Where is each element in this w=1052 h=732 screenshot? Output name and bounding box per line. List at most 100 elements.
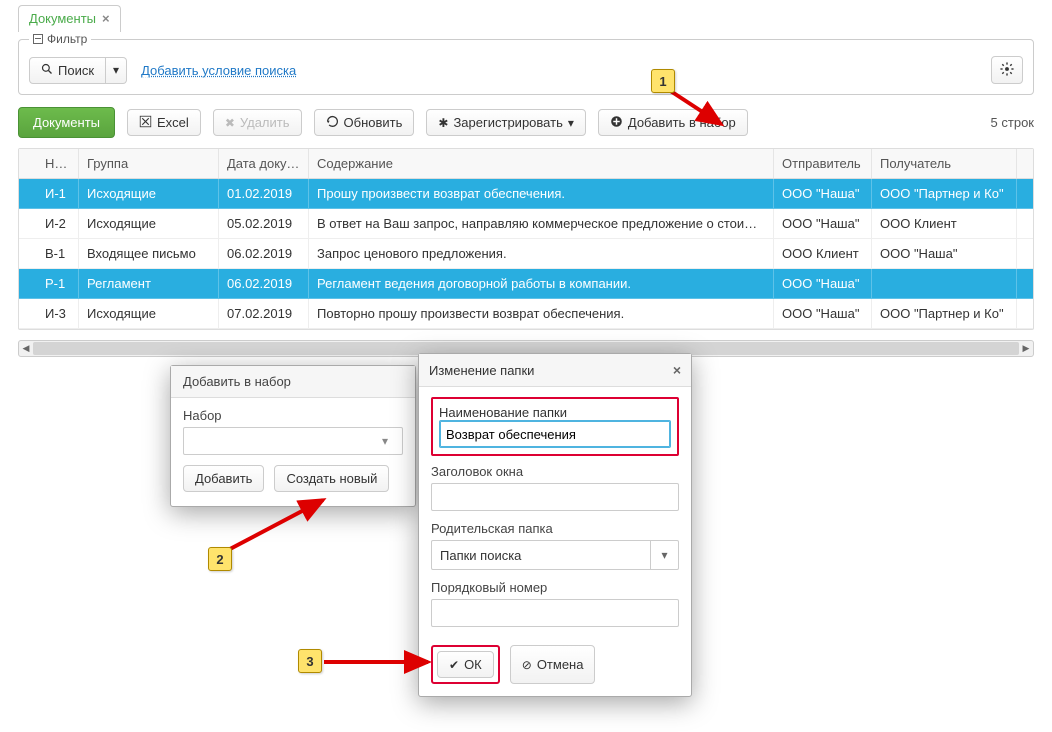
cell: 06.02.2019 (219, 239, 309, 269)
cell: 07.02.2019 (219, 299, 309, 329)
set-field-label: Набор (183, 408, 403, 423)
annotation-badge-3: 3 (298, 649, 322, 673)
collapse-icon[interactable] (33, 34, 43, 44)
refresh-button[interactable]: Обновить (314, 109, 415, 136)
scroll-right-icon[interactable]: ▶ (1019, 341, 1033, 356)
cell: 06.02.2019 (219, 269, 309, 299)
cell: ООО Клиент (774, 239, 872, 269)
create-new-button[interactable]: Создать новый (274, 465, 389, 492)
col-content[interactable]: Содержание (309, 149, 774, 178)
excel-button[interactable]: Excel (127, 109, 201, 136)
cell: ООО "Партнер и Ко" (872, 179, 1017, 209)
cell: Входящее письмо (79, 239, 219, 269)
col-receiver[interactable]: Получатель (872, 149, 1017, 178)
folder-name-input[interactable] (439, 420, 671, 448)
cell: Исходящие (79, 299, 219, 329)
cell (1017, 209, 1033, 239)
order-num-input[interactable] (431, 599, 679, 627)
col-group[interactable]: Группа (79, 149, 219, 178)
table-row[interactable]: И-3Исходящие07.02.2019Повторно прошу про… (19, 299, 1033, 329)
grid-header: Номер Группа Дата документа Содержание О… (19, 149, 1033, 179)
tab-label: Документы (29, 11, 96, 26)
col-date[interactable]: Дата документа (219, 149, 309, 178)
search-split-button[interactable]: Поиск (29, 57, 127, 84)
ban-icon: ⊘ (522, 659, 532, 671)
folder-name-label: Наименование папки (439, 405, 567, 420)
cell (19, 179, 35, 209)
add-button[interactable]: Добавить (183, 465, 264, 492)
parent-folder-value: Папки поиска (440, 548, 521, 563)
filter-legend: Фильтр (29, 32, 91, 46)
parent-folder-combo[interactable]: Папки поиска (431, 540, 679, 570)
delete-button-label: Удалить (240, 115, 290, 130)
plus-circle-icon (610, 115, 623, 130)
cell: ООО Клиент (872, 209, 1017, 239)
chevron-down-icon (382, 435, 396, 447)
table-row[interactable]: Р-1Регламент06.02.2019Регламент ведения … (19, 269, 1033, 299)
chevron-down-icon (568, 117, 574, 129)
cell (1017, 269, 1033, 299)
cell: ООО "Партнер и Ко" (872, 299, 1017, 329)
window-title-label: Заголовок окна (431, 464, 679, 479)
cell: ООО "Наша" (872, 239, 1017, 269)
search-dropdown-caret[interactable] (106, 57, 127, 84)
cell: ООО "Наша" (774, 299, 872, 329)
dialog-title: Изменение папки (429, 363, 534, 378)
delete-button[interactable]: ✖ Удалить (213, 109, 302, 136)
table-row[interactable]: И-1Исходящие01.02.2019Прошу произвести в… (19, 179, 1033, 209)
add-search-condition-link[interactable]: Добавить условие поиска (141, 63, 296, 78)
close-icon[interactable]: × (673, 362, 681, 378)
row-count: 5 строк (991, 115, 1034, 130)
dialog-title: Добавить в набор (171, 366, 415, 398)
tab-documents[interactable]: Документы × (18, 5, 121, 32)
annotation-arrow-1 (663, 80, 743, 140)
cell (872, 269, 1017, 299)
scroll-left-icon[interactable]: ◀ (19, 341, 33, 356)
cell: И-1 (35, 179, 79, 209)
register-button[interactable]: ✱ Зарегистрировать (426, 109, 585, 136)
cell: Исходящие (79, 179, 219, 209)
cell: ООО "Наша" (774, 269, 872, 299)
set-combo[interactable] (183, 427, 403, 455)
filter-legend-text: Фильтр (47, 32, 87, 46)
check-icon: ✔ (449, 659, 459, 671)
cell: Регламент ведения договорной работы в ко… (309, 269, 774, 299)
order-num-label: Порядковый номер (431, 580, 679, 595)
cell: ООО "Наша" (774, 209, 872, 239)
cell (1017, 179, 1033, 209)
cell: И-3 (35, 299, 79, 329)
chevron-down-icon (113, 64, 119, 76)
settings-button[interactable] (991, 56, 1023, 84)
annotation-arrow-3 (320, 650, 440, 674)
excel-button-label: Excel (157, 115, 189, 130)
cancel-button[interactable]: ⊘ Отмена (510, 645, 596, 684)
close-icon[interactable]: × (102, 11, 110, 26)
cell (1017, 299, 1033, 329)
cell (1017, 239, 1033, 269)
cell: 01.02.2019 (219, 179, 309, 209)
chevron-down-icon (661, 549, 667, 561)
register-button-label: Зарегистрировать (453, 115, 562, 130)
search-icon (41, 63, 53, 77)
ok-button[interactable]: ✔ ОК (437, 651, 494, 678)
cell: Исходящие (79, 209, 219, 239)
cell: Регламент (79, 269, 219, 299)
col-num[interactable]: Номер (35, 149, 79, 178)
table-row[interactable]: И-2Исходящие05.02.2019В ответ на Ваш зап… (19, 209, 1033, 239)
parent-folder-label: Родительская папка (431, 521, 679, 536)
table-row[interactable]: В-1Входящее письмо06.02.2019Запрос ценов… (19, 239, 1033, 269)
refresh-button-label: Обновить (344, 115, 403, 130)
cell: И-2 (35, 209, 79, 239)
cell (19, 239, 35, 269)
refresh-icon (326, 115, 339, 130)
col-sender[interactable]: Отправитель (774, 149, 872, 178)
window-title-input[interactable] (431, 483, 679, 511)
filter-fieldset: Фильтр Поиск Добавить условие поиска (18, 32, 1034, 95)
documents-button[interactable]: Документы (18, 107, 115, 138)
cell: В-1 (35, 239, 79, 269)
search-button[interactable]: Поиск (29, 57, 106, 84)
annotation-arrow-2 (225, 494, 335, 554)
cell: В ответ на Ваш запрос, направляю коммерч… (309, 209, 774, 239)
cell (19, 209, 35, 239)
search-button-label: Поиск (58, 63, 94, 78)
